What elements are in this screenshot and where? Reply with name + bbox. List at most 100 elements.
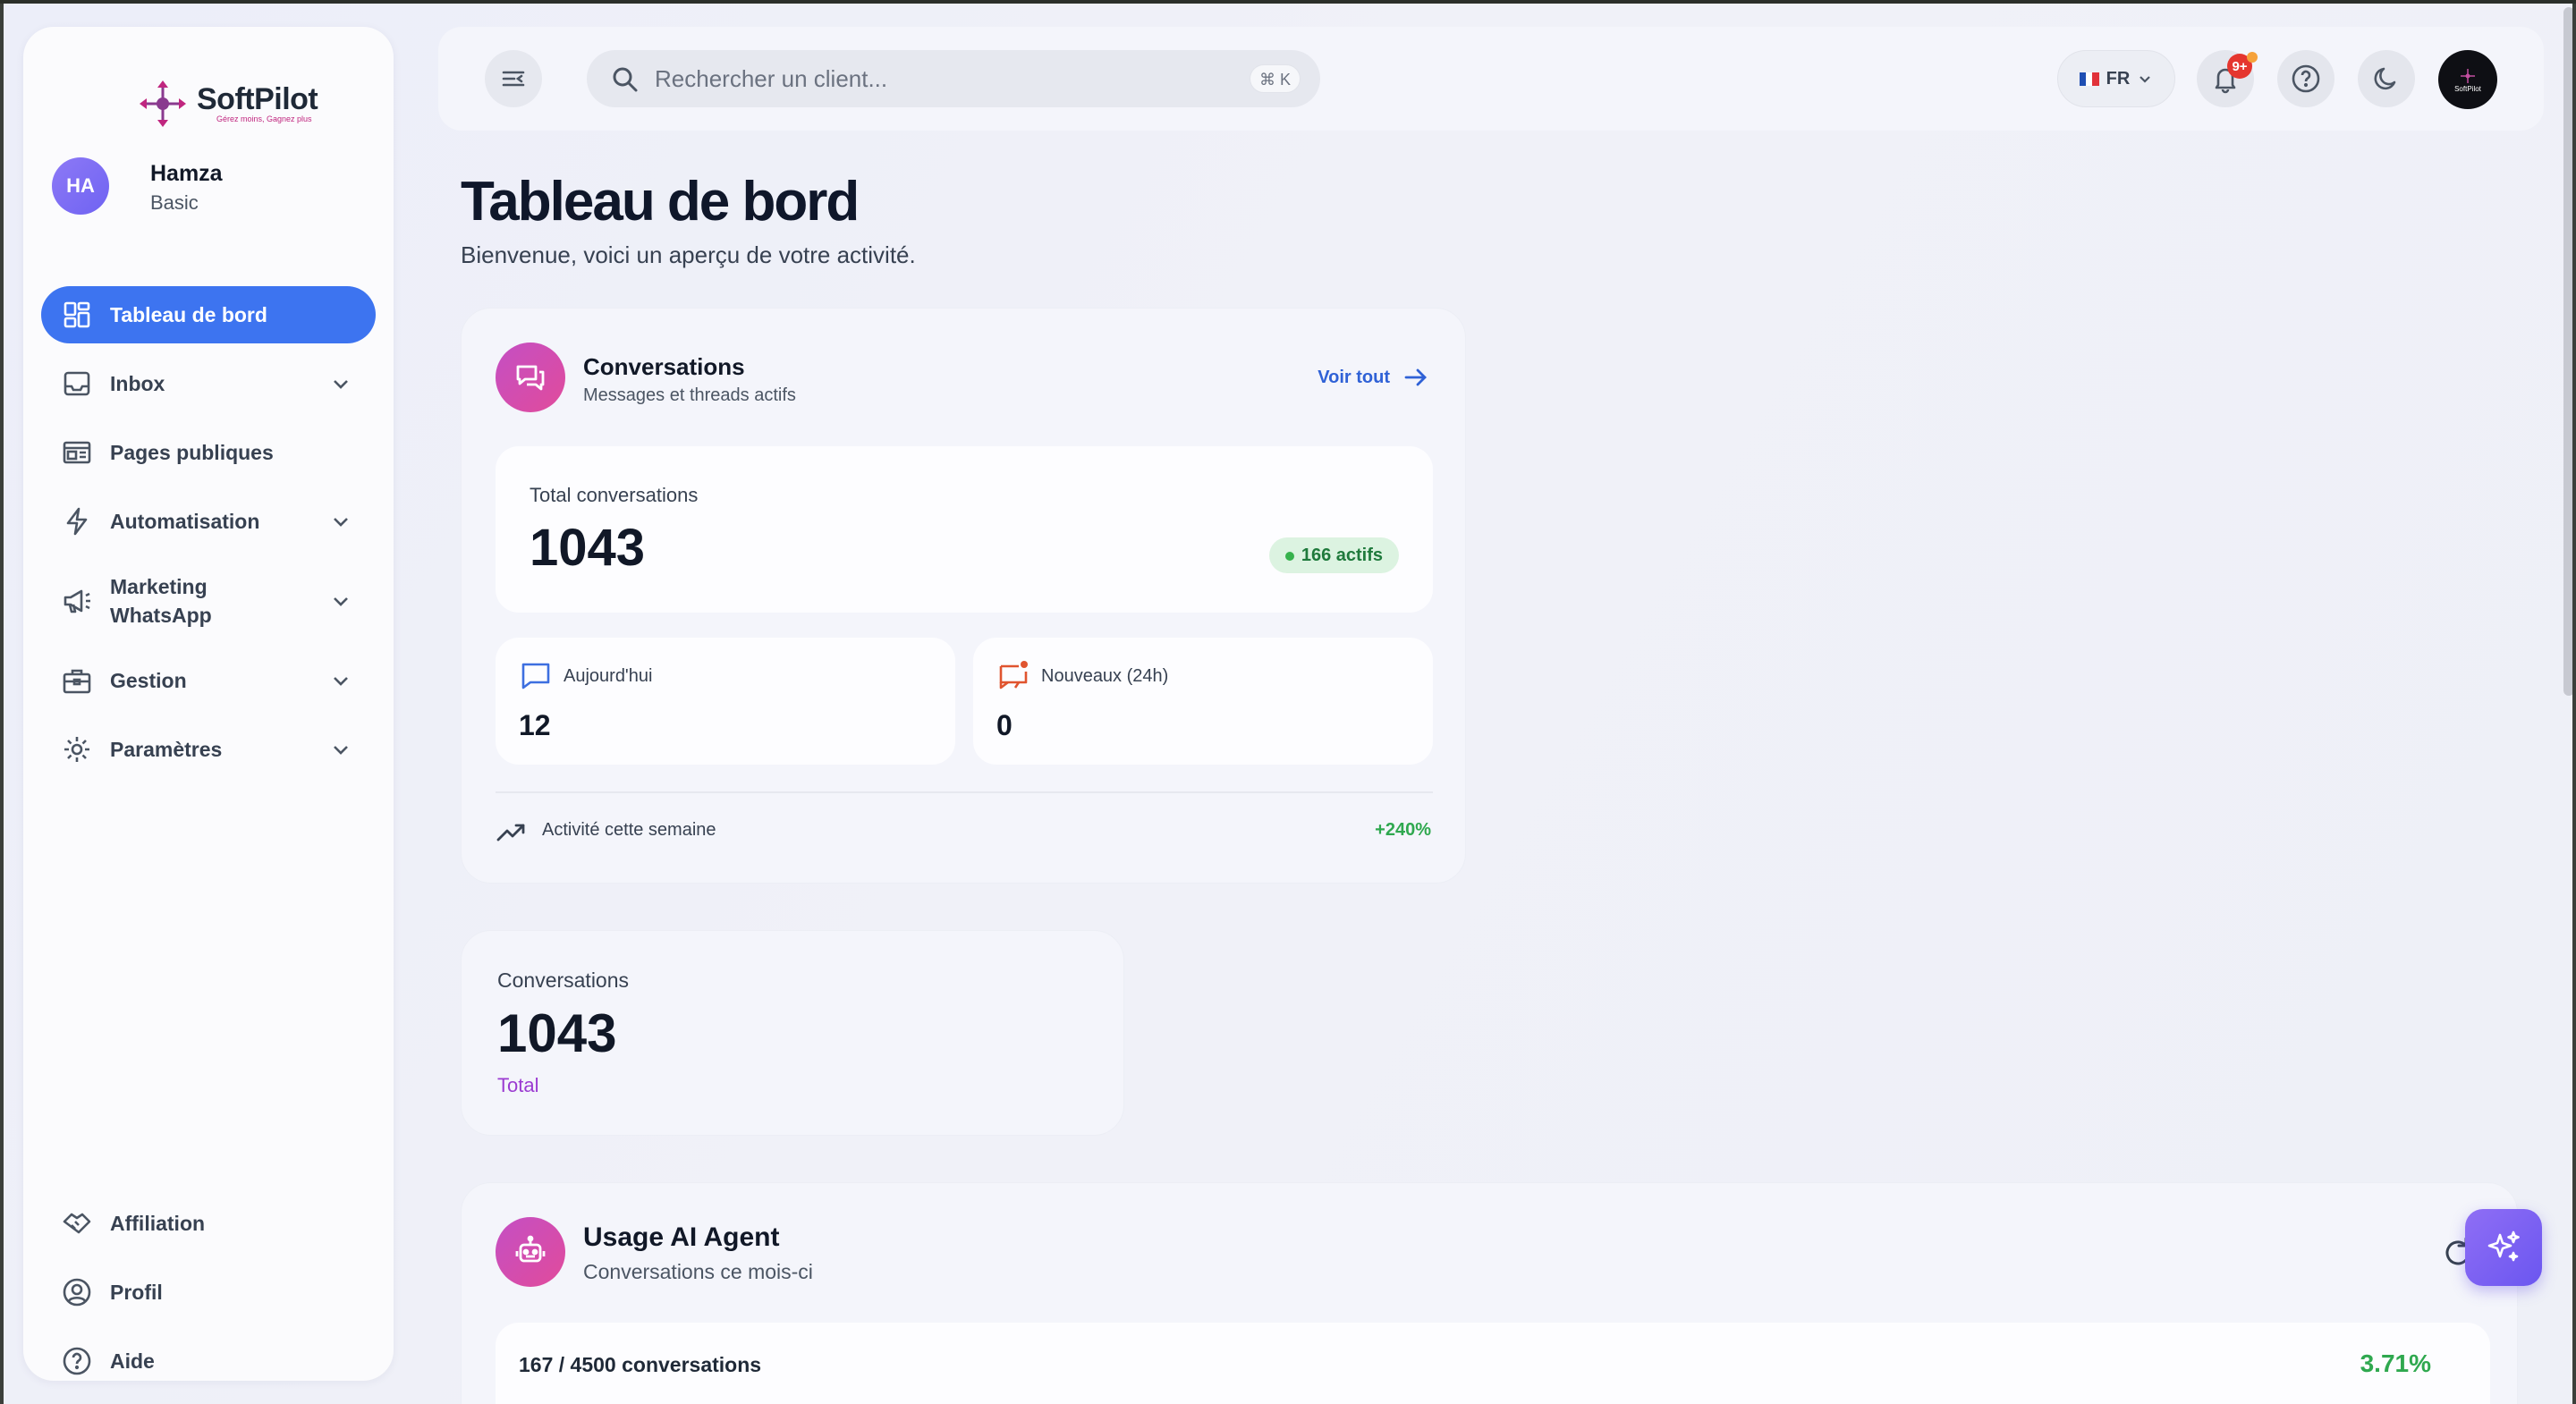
help-circle-icon [63, 1347, 91, 1375]
briefcase-icon [63, 669, 91, 694]
sidebar-item-inbox[interactable]: Inbox [41, 355, 376, 412]
search-shortcut-hint: ⌘ K [1249, 64, 1301, 93]
chevron-down-icon [334, 380, 348, 389]
total-conversations-label: Total conversations [530, 484, 699, 506]
brand-tagline: Gérez moins, Gagnez plus [216, 114, 312, 123]
ai-usage-panel: 167 / 4500 conversations 3.71% [496, 1323, 2490, 1404]
user-circle-icon [63, 1278, 91, 1307]
menu-collapse-icon [502, 71, 525, 87]
chevron-down-icon [334, 677, 348, 686]
notifications-button[interactable]: 9+ [2197, 50, 2258, 107]
new-24h-label: Nouveaux (24h) [1041, 666, 1169, 686]
sidebar-item-label: Tableau de bord [110, 303, 267, 326]
language-selector[interactable]: FR [2057, 50, 2175, 107]
theme-toggle-button[interactable] [2358, 50, 2415, 107]
see-all-label: Voir tout [1318, 367, 1390, 387]
new-24h-panel: Nouveaux (24h) 0 [973, 638, 1433, 765]
sidebar-item-label: Pages publiques [110, 441, 274, 464]
sidebar-bottom-nav: Affiliation Profil Aide [41, 1195, 376, 1401]
stat-value: 1043 [497, 1003, 617, 1063]
language-code: FR [2106, 68, 2131, 89]
inbox-icon [64, 371, 90, 396]
moon-icon [2374, 67, 2396, 90]
sidebar-item-label: Affiliation [110, 1212, 206, 1235]
conversations-stat-card: Conversations 1043 Total [461, 930, 1124, 1136]
today-panel: Aujourd'hui 12 [496, 638, 955, 765]
sidebar-item-label: Aide [110, 1349, 155, 1373]
sparkles-icon [2487, 1231, 2520, 1262]
brand-logo-icon [2461, 68, 2475, 83]
new-24h-value: 0 [996, 709, 1013, 741]
help-button[interactable] [2277, 50, 2334, 107]
total-conversations-value: 1043 [530, 519, 646, 577]
web-page-icon [63, 441, 91, 464]
sidebar-item-label: Profil [110, 1281, 163, 1304]
notification-dot [2247, 52, 2258, 63]
sidebar-item-settings[interactable]: Paramètres [41, 721, 376, 778]
card-subtitle: Messages et threads actifs [583, 385, 796, 405]
stat-label: Conversations [497, 968, 630, 992]
toggle-sidebar-button[interactable] [485, 50, 542, 107]
brand-logo[interactable]: SoftPilot Gérez moins, Gagnez plus [116, 52, 331, 127]
window-border-right [2572, 4, 2576, 1404]
weekly-activity-label: Activité cette semaine [542, 820, 716, 840]
sidebar-item-label: Marketing WhatsApp [110, 575, 212, 627]
sidebar-item-label: Gestion [110, 669, 187, 692]
lightning-icon [66, 507, 88, 536]
sidebar-item-dashboard[interactable]: Tableau de bord [41, 286, 376, 343]
search-bar[interactable]: ⌘ K [587, 50, 1320, 107]
brand-name: SoftPilot [197, 82, 318, 116]
gear-icon [64, 737, 89, 762]
total-conversations-panel: Total conversations 1043 166 actifs [496, 446, 1433, 613]
sidebar-item-public-pages[interactable]: Pages publiques [41, 424, 376, 481]
page-title: Tableau de bord [461, 171, 860, 233]
window-border-left [0, 4, 4, 1404]
chevron-down-icon [334, 518, 348, 527]
sidebar-item-automation[interactable]: Automatisation [41, 493, 376, 550]
megaphone-icon [64, 589, 90, 613]
arrow-right-icon [1404, 368, 1427, 386]
profile-avatar-label: SoftPilot [2454, 84, 2481, 93]
card-subtitle: Conversations ce mois-ci [583, 1260, 813, 1283]
profile-avatar[interactable]: SoftPilot [2438, 50, 2497, 109]
see-all-link[interactable]: Voir tout [1318, 364, 1429, 391]
search-input[interactable] [655, 59, 1191, 98]
active-status-badge: 166 actifs [1268, 537, 1399, 573]
search-icon [613, 67, 638, 92]
ai-usage-percent: 3.71% [2360, 1349, 2431, 1377]
dashboard-icon [64, 301, 90, 328]
sidebar-nav: Tableau de bord Inbox Pages publiques Au… [41, 286, 376, 790]
ai-agent-usage-card: Usage AI Agent Conversations ce mois-ci … [461, 1182, 2518, 1404]
sidebar-item-whatsapp-marketing[interactable]: Marketing WhatsApp [41, 562, 376, 640]
sidebar-item-label: Automatisation [110, 510, 260, 533]
ai-assistant-button[interactable] [2465, 1209, 2542, 1286]
robot-icon [496, 1217, 565, 1287]
chevron-down-icon [334, 597, 348, 606]
sidebar-item-label: Inbox [110, 372, 165, 395]
chat-bubble-icon [521, 663, 550, 689]
sidebar-item-affiliation[interactable]: Affiliation [41, 1195, 376, 1252]
conversations-card: Conversations Messages et threads actifs… [461, 308, 1466, 884]
user-plan: Basic [150, 191, 199, 214]
ai-usage-label: 167 / 4500 conversations [519, 1353, 762, 1376]
sidebar-item-label: Paramètres [110, 738, 223, 761]
trending-up-icon [496, 824, 525, 842]
sidebar-item-help[interactable]: Aide [41, 1332, 376, 1390]
chevron-down-icon [334, 746, 348, 755]
user-card[interactable]: HA Hamza Basic [52, 152, 374, 224]
sidebar: SoftPilot Gérez moins, Gagnez plus HA Ha… [23, 27, 394, 1381]
divider [496, 791, 1433, 793]
user-name: Hamza [150, 161, 223, 186]
chevron-down-icon [2140, 76, 2151, 83]
brand-logo-icon [140, 80, 186, 127]
chat-notification-icon [999, 661, 1028, 689]
sidebar-item-management[interactable]: Gestion [41, 652, 376, 709]
card-title: Conversations [583, 353, 745, 380]
sidebar-item-profile[interactable]: Profil [41, 1264, 376, 1321]
today-label: Aujourd'hui [564, 666, 653, 686]
avatar: HA [52, 157, 109, 215]
card-title: Usage AI Agent [583, 1222, 780, 1252]
today-value: 12 [519, 709, 551, 741]
weekly-activity-value: +240% [1375, 820, 1431, 840]
france-flag-icon [2079, 72, 2099, 86]
